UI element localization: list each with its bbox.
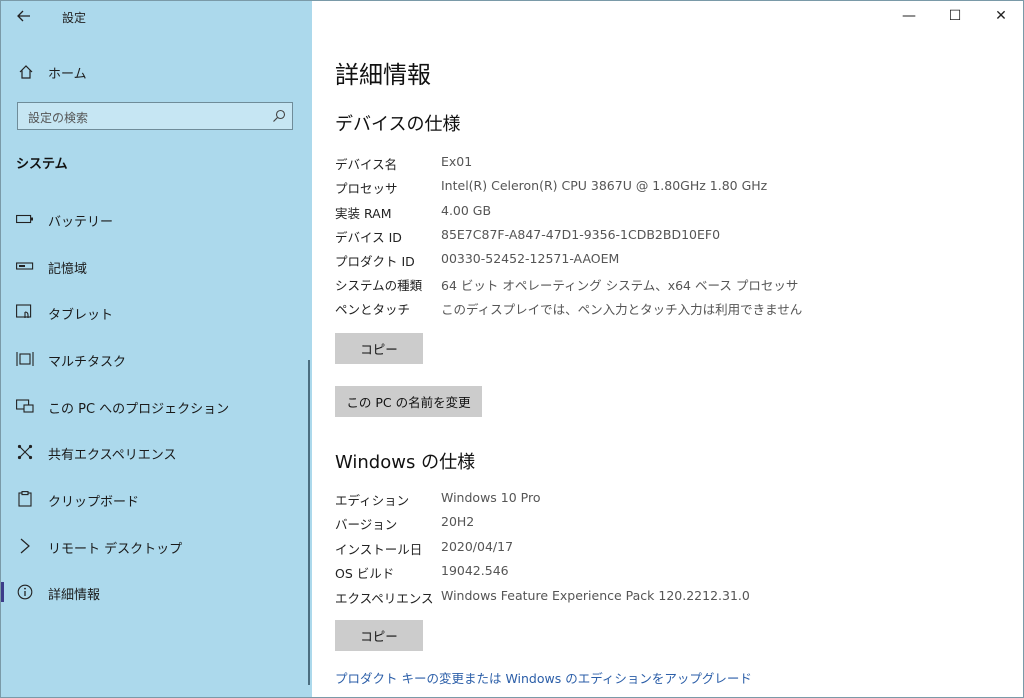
maximize-icon: ☐	[948, 8, 962, 24]
spec-key: OS ビルド	[335, 566, 395, 581]
search-placeholder: 設定の検索	[28, 111, 89, 125]
rename-pc-button[interactable]: この PC の名前を変更	[335, 386, 482, 417]
sidebar-item-label: マルチタスク	[48, 355, 127, 370]
scrollbar[interactable]	[308, 360, 310, 685]
spec-key: エディション	[335, 493, 410, 508]
spec-key: 実装 RAM	[335, 206, 392, 221]
clipboard-icon	[16, 491, 34, 507]
copy-device-spec-button[interactable]: コピー	[335, 333, 423, 364]
minimize-button[interactable]: —	[886, 0, 932, 32]
search-icon	[273, 109, 286, 122]
sidebar-item-multitask[interactable]: マルチタスク	[0, 343, 312, 375]
spec-key: ペンとタッチ	[335, 302, 411, 317]
spec-row: プロダクト ID 00330-52452-12571-AAOEM	[335, 251, 995, 271]
spec-value: Intel(R) Celeron(R) CPU 3867U @ 1.80GHz …	[441, 178, 768, 193]
spec-key: バージョン	[335, 517, 398, 532]
nav-home-label: ホーム	[48, 66, 87, 82]
spec-value: 2020/04/17	[441, 539, 514, 554]
home-icon	[16, 62, 36, 82]
storage-icon	[16, 258, 34, 274]
spec-row: 実装 RAM 4.00 GB	[335, 203, 995, 223]
spec-key: インストール日	[335, 542, 423, 557]
sidebar-item-label: クリップボード	[48, 495, 140, 510]
sidebar-item-battery[interactable]: バッテリー	[0, 203, 312, 235]
spec-row: デバイス ID 85E7C87F-A847-47D1-9356-1CDB2BD10…	[335, 227, 995, 247]
app-title: 設定	[62, 11, 87, 25]
device-spec-heading: デバイスの仕様	[335, 114, 461, 135]
search-input[interactable]: 設定の検索	[17, 102, 293, 130]
spec-row: エディション Windows 10 Pro	[335, 490, 995, 510]
tablet-icon	[16, 304, 34, 320]
sidebar-item-label: 記憶域	[48, 262, 88, 277]
spec-value: Windows Feature Experience Pack 120.2212…	[441, 588, 750, 603]
active-indicator	[0, 582, 4, 602]
spec-row: システムの種類 64 ビット オペレーティング システム、x64 ベース プロセッ…	[335, 275, 995, 295]
spec-value: 4.00 GB	[441, 203, 492, 218]
back-button[interactable]	[10, 4, 38, 28]
sidebar-item-shared-experience[interactable]: 共有エクスペリエンス	[0, 436, 312, 468]
close-button[interactable]: ✕	[978, 0, 1024, 32]
sidebar-item-storage[interactable]: 記憶域	[0, 250, 312, 282]
spec-value: Windows 10 Pro	[441, 490, 541, 505]
spec-row: OS ビルド 19042.546	[335, 563, 995, 583]
info-icon	[16, 584, 34, 600]
copy-windows-spec-button[interactable]: コピー	[335, 620, 423, 651]
close-icon: ✕	[995, 8, 1007, 24]
page-title: 詳細情報	[335, 61, 431, 89]
spec-value: 20H2	[441, 514, 475, 529]
sidebar-item-label: リモート デスクトップ	[48, 542, 183, 557]
battery-icon	[16, 211, 34, 227]
sidebar-item-remote-desktop[interactable]: リモート デスクトップ	[0, 530, 312, 562]
spec-row: エクスペリエンス Windows Feature Experience Pack …	[335, 588, 995, 608]
multitask-icon	[16, 351, 34, 367]
spec-row: デバイス名 Ex01	[335, 154, 995, 174]
spec-key: プロダクト ID	[335, 254, 415, 269]
spec-key: プロセッサ	[335, 181, 398, 196]
spec-row: ペンとタッチ このディスプレイでは、ペン入力とタッチ入力は利用できません	[335, 299, 995, 319]
sidebar-item-label: 共有エクスペリエンス	[48, 448, 177, 463]
spec-value: このディスプレイでは、ペン入力とタッチ入力は利用できません	[441, 302, 803, 317]
sidebar: 設定 ホーム 設定の検索 システム バッテリー 記憶域 タブレット マルチタスク…	[0, 0, 312, 698]
sidebar-item-projection[interactable]: この PC へのプロジェクション	[0, 390, 312, 422]
sidebar-item-label: この PC へのプロジェクション	[48, 402, 230, 417]
remote-desktop-icon	[16, 538, 34, 554]
spec-value: 85E7C87F-A847-47D1-9356-1CDB2BD10EF0	[441, 227, 721, 242]
back-arrow-icon	[17, 10, 30, 22]
sidebar-item-label: バッテリー	[48, 215, 114, 230]
sidebar-item-tablet[interactable]: タブレット	[0, 296, 312, 328]
sidebar-item-about[interactable]: 詳細情報	[0, 576, 312, 608]
minimize-icon: —	[902, 8, 916, 24]
spec-value: Ex01	[441, 154, 473, 169]
nav-home[interactable]: ホーム	[0, 58, 312, 86]
upgrade-edition-link[interactable]: プロダクト キーの変更または Windows のエディションをアップグレード	[335, 668, 752, 687]
spec-value: 64 ビット オペレーティング システム、x64 ベース プロセッサ	[441, 278, 799, 293]
spec-value: 19042.546	[441, 563, 509, 578]
spec-key: デバイス名	[335, 157, 398, 172]
spec-key: デバイス ID	[335, 230, 402, 245]
section-heading: システム	[16, 157, 68, 172]
spec-key: エクスペリエンス	[335, 591, 434, 606]
projection-icon	[16, 398, 34, 414]
sidebar-item-label: タブレット	[48, 308, 114, 323]
sidebar-item-clipboard[interactable]: クリップボード	[0, 483, 312, 515]
windows-spec-heading: Windows の仕様	[335, 452, 476, 473]
spec-row: プロセッサ Intel(R) Celeron(R) CPU 3867U @ 1.8…	[335, 178, 995, 198]
sidebar-item-label: 詳細情報	[48, 588, 101, 603]
main-panel: — ☐ ✕ 詳細情報 デバイスの仕様 デバイス名 Ex01 プロセッサ Intel(…	[312, 0, 1024, 698]
spec-row: インストール日 2020/04/17	[335, 539, 995, 559]
spec-key: システムの種類	[335, 278, 423, 293]
spec-value: 00330-52452-12571-AAOEM	[441, 251, 620, 266]
shared-experience-icon	[16, 444, 34, 460]
spec-row: バージョン 20H2	[335, 514, 995, 534]
maximize-button[interactable]: ☐	[932, 0, 978, 32]
